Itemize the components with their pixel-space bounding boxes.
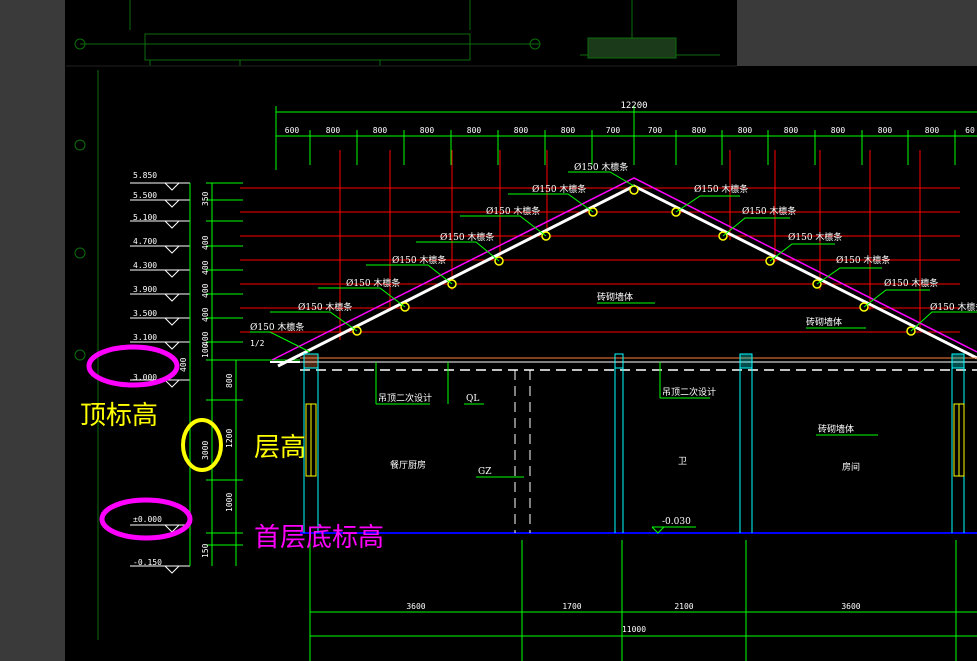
elev-3900: 3.900: [133, 285, 157, 294]
slope-label: 1/2: [250, 339, 265, 348]
dim-seg: 800: [373, 126, 388, 135]
elev-0000: ±0.000: [133, 515, 162, 524]
dim-seg: 800: [878, 126, 893, 135]
purlin-label: Ø150 木檩条: [836, 254, 890, 266]
elev-5100: 5.100: [133, 213, 157, 222]
purlin-label: Ø150 木檩条: [392, 254, 446, 266]
elev-3500: 3.500: [133, 309, 157, 318]
dim-seg: 800: [925, 126, 940, 135]
room-left: 餐厅厨房: [390, 459, 426, 471]
bdim-total: 11000: [622, 625, 646, 634]
left-margin-panel: [0, 0, 65, 661]
purlin-label: Ø150 木檩条: [742, 205, 796, 217]
purlin-label: Ø150 木檩条: [930, 301, 977, 313]
bdim: 3600: [841, 602, 860, 611]
ceiling-note-right: 吊顶二次设计: [662, 386, 716, 398]
bdim: 1700: [562, 602, 581, 611]
purlin-label: Ø150 木檩条: [486, 205, 540, 217]
purlin-label: Ø150 木檩条: [884, 277, 938, 289]
vdim: 400: [201, 307, 210, 322]
gable-wall-label: 砖砌墙体: [597, 291, 633, 303]
purlin-label: Ø150 木檩条: [250, 321, 304, 333]
floor-height-annotation: 层高: [254, 433, 306, 463]
ridge-purlin-label: Ø150 木檩条: [574, 161, 628, 173]
purlin-label: Ø150 木檩条: [788, 231, 842, 243]
dim-seg: 800: [467, 126, 482, 135]
floor-height-value: 3000: [201, 441, 210, 460]
cad-viewport[interactable]: 12200 600 800 800 800 800 800 800 700 70…: [0, 0, 977, 661]
vdim: 400: [201, 235, 210, 250]
dim-seg: 800: [738, 126, 753, 135]
ground-elevation-annotation: 首层底标高: [254, 523, 384, 553]
drawing-canvas[interactable]: [65, 0, 977, 661]
right-dim: 1000: [225, 493, 234, 512]
ceiling-note-left: 吊顶二次设计: [378, 392, 432, 404]
gz-label: GZ: [478, 467, 491, 477]
bdim: 3600: [406, 602, 425, 611]
dim-seg: 800: [326, 126, 341, 135]
room-mid: 卫: [678, 457, 687, 467]
top-elevation-annotation: 顶标高: [80, 401, 158, 431]
elev-minus0150: -0.150: [133, 558, 162, 567]
purlin-label: Ø150 木檩条: [532, 183, 586, 195]
dim-seg: 60: [965, 126, 975, 135]
dim-seg: 800: [561, 126, 576, 135]
dim-seg: 700: [648, 126, 663, 135]
elev-5500: 5.500: [133, 191, 157, 200]
vdim: 400: [179, 357, 188, 372]
top-dimension-total: 12200: [620, 101, 647, 111]
purlin-label: Ø150 木檩条: [694, 183, 748, 195]
purlin-label: Ø150 木檩条: [346, 277, 400, 289]
vdim: 400: [201, 260, 210, 275]
vdim: 400: [201, 283, 210, 298]
ql-label: QL: [466, 394, 479, 404]
right-dim: 150: [201, 543, 210, 558]
overlay-panel: [737, 0, 977, 66]
dim-seg: 600: [285, 126, 300, 135]
vdim: 350: [201, 191, 210, 206]
right-dim: 1200: [225, 429, 234, 448]
dim-seg: 800: [831, 126, 846, 135]
dim-seg: 800: [420, 126, 435, 135]
purlin-label: Ø150 木檩条: [440, 231, 494, 243]
dim-seg: 800: [784, 126, 799, 135]
elev-3100: 3.100: [133, 333, 157, 342]
dim-seg: 800: [692, 126, 707, 135]
elev-4300: 4.300: [133, 261, 157, 270]
mid-level: -0.030: [662, 517, 691, 527]
room-wall-label: 砖砌墙体: [818, 423, 854, 435]
dim-seg: 800: [514, 126, 529, 135]
elev-4700: 4.700: [133, 237, 157, 246]
gable-wall-label-right: 砖砌墙体: [806, 316, 842, 328]
purlin-label: Ø150 木檩条: [298, 301, 352, 313]
vdim: 100: [201, 343, 210, 358]
bdim: 2100: [674, 602, 693, 611]
room-right: 房间: [842, 461, 860, 473]
elev-5850: 5.850: [133, 171, 157, 180]
dim-seg: 700: [606, 126, 621, 135]
right-dim: 800: [225, 373, 234, 388]
